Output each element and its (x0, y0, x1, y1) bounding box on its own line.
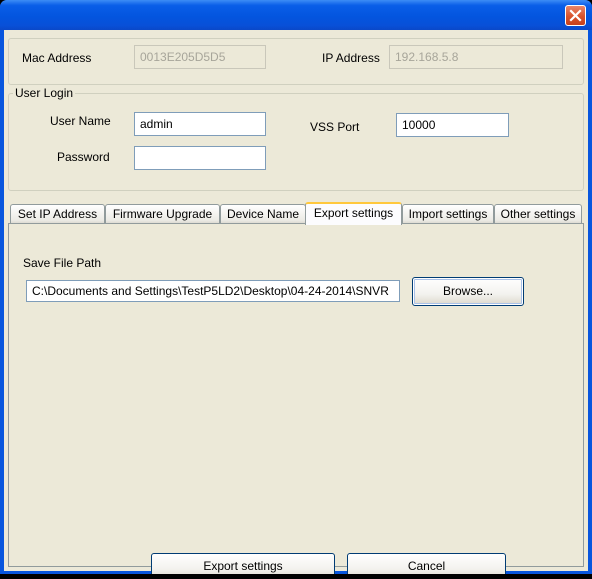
tab-import-settings[interactable]: Import settings (402, 204, 494, 224)
username-input[interactable]: admin (134, 112, 266, 136)
title-bar[interactable] (0, 0, 592, 30)
dialog-window: Mac Address 0013E205D5D5 IP Address 192.… (0, 0, 592, 574)
export-settings-panel: Save File Path C:\Documents and Settings… (8, 223, 584, 574)
device-info-group: Mac Address 0013E205D5D5 IP Address 192.… (8, 38, 584, 85)
user-login-group: User Login User Name admin Password VSS … (8, 86, 584, 191)
tab-export-settings[interactable]: Export settings (305, 202, 402, 225)
tab-set-ip-address[interactable]: Set IP Address (10, 204, 105, 224)
save-file-path-input[interactable]: C:\Documents and Settings\TestP5LD2\Desk… (26, 280, 400, 302)
username-label: User Name (50, 114, 111, 128)
tab-device-name[interactable]: Device Name (220, 204, 306, 224)
mac-address-field: 0013E205D5D5 (134, 45, 266, 69)
tab-firmware-upgrade[interactable]: Firmware Upgrade (105, 204, 220, 224)
vss-port-label: VSS Port (310, 120, 360, 134)
save-file-path-label: Save File Path (23, 256, 102, 270)
close-button[interactable] (565, 5, 586, 26)
user-login-title: User Login (13, 86, 76, 100)
ip-address-field: 192.168.5.8 (389, 45, 563, 69)
background-strip (0, 574, 592, 579)
browse-button[interactable]: Browse... (412, 277, 524, 306)
cancel-button[interactable]: Cancel (347, 553, 506, 574)
dialog-client-area: Mac Address 0013E205D5D5 IP Address 192.… (4, 30, 588, 574)
tab-other-settings[interactable]: Other settings (494, 204, 582, 224)
password-label: Password (57, 150, 110, 164)
ip-address-label: IP Address (322, 51, 380, 65)
close-icon (569, 9, 582, 22)
export-settings-button[interactable]: Export settings (151, 553, 335, 574)
password-input[interactable] (134, 146, 266, 170)
mac-address-label: Mac Address (22, 51, 92, 65)
vss-port-input[interactable]: 10000 (396, 113, 509, 137)
